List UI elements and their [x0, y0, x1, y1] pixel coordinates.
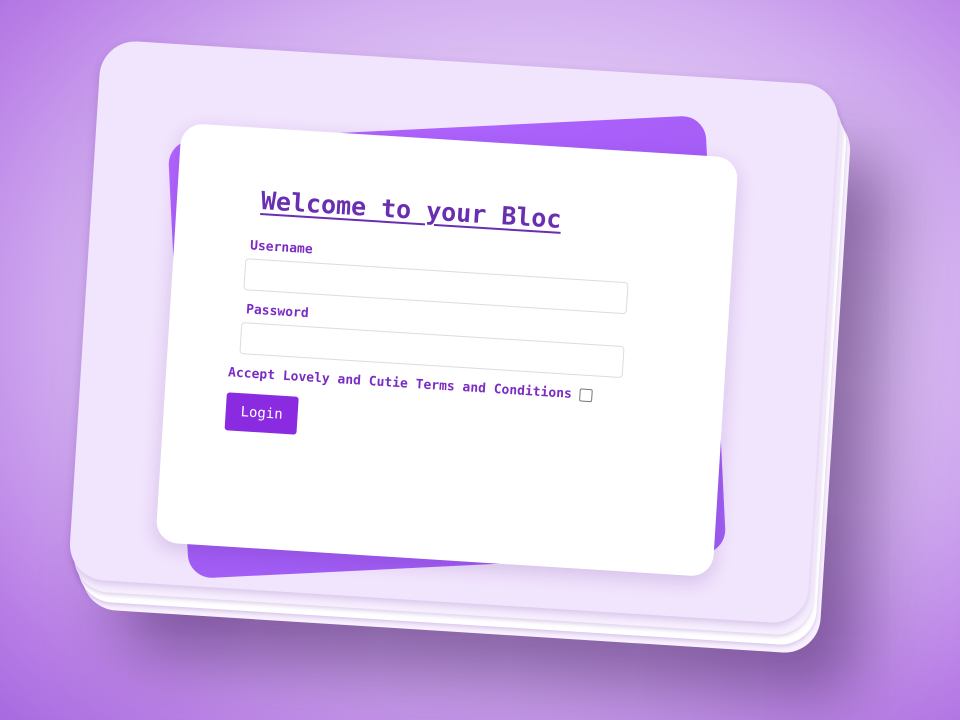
login-button[interactable]: Login [224, 392, 299, 435]
login-form: Welcome to your Bloc Username Password A… [224, 185, 660, 457]
page-title: Welcome to your Bloc [260, 186, 563, 234]
terms-checkbox[interactable] [579, 388, 594, 403]
page-stage: Welcome to your Bloc Username Password A… [0, 0, 960, 720]
login-card: Welcome to your Bloc Username Password A… [155, 122, 739, 578]
